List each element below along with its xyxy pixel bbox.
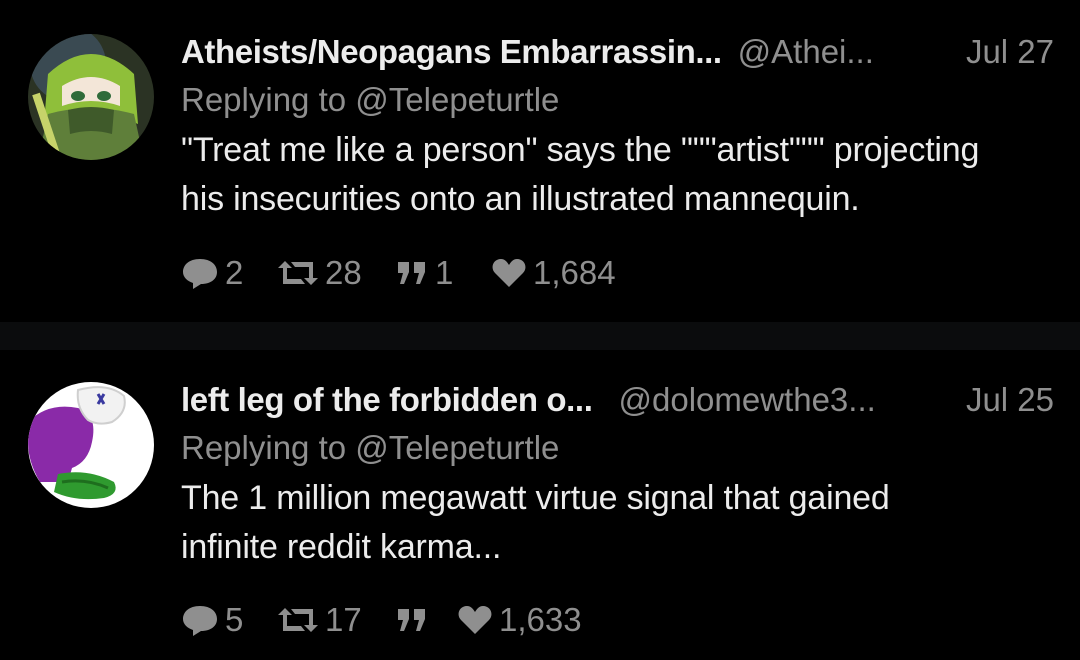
reply-count: 5 (225, 601, 244, 638)
purple-leg-avatar-icon (28, 382, 154, 508)
like-button[interactable]: 1,684 (491, 254, 616, 292)
replying-to-prefix: Replying to (181, 429, 347, 466)
like-count: 1,633 (499, 601, 582, 638)
tweet-text-line: "Treat me like a person" says the """art… (181, 131, 980, 169)
user-handle[interactable]: @dolomewthe3... (618, 381, 875, 418)
reply-button[interactable]: 5 (181, 601, 277, 639)
quote-count: 1 (435, 254, 454, 291)
tweet-text: The 1 million megawatt virtue signal tha… (181, 474, 1054, 572)
tweet-item[interactable]: left leg of the forbidden o... @dolomewth… (0, 350, 1080, 660)
retweet-icon (277, 604, 319, 636)
reply-bubble-icon (181, 256, 219, 290)
retweet-button[interactable]: 17 (277, 601, 395, 639)
tweet-text-line: his insecurities onto an illustrated man… (181, 180, 860, 218)
tweet-header: Atheists/Neopagans Embarrassin... @Athei.… (181, 28, 1054, 76)
avatar[interactable] (28, 382, 154, 508)
avatar[interactable] (28, 34, 154, 160)
replying-to-prefix: Replying to (181, 81, 347, 118)
retweet-count: 17 (325, 601, 362, 638)
tweet-text: "Treat me like a person" says the """art… (181, 126, 1054, 224)
quote-icon (395, 258, 429, 288)
tweet-item[interactable]: Atheists/Neopagans Embarrassin... @Athei.… (0, 0, 1080, 322)
display-name[interactable]: left leg of the forbidden o... (181, 381, 593, 418)
user-handle[interactable]: @Athei... (738, 33, 874, 70)
tweet-date[interactable]: Jul 25 (966, 376, 1054, 424)
like-button[interactable]: 1,633 (457, 601, 582, 639)
display-name[interactable]: Atheists/Neopagans Embarrassin... (181, 33, 722, 70)
quote-button[interactable]: 1 (395, 254, 491, 292)
anime-character-avatar-icon (28, 34, 154, 160)
heart-icon (491, 257, 527, 289)
quote-icon (395, 605, 429, 635)
reply-button[interactable]: 2 (181, 254, 277, 292)
replying-to-handle[interactable]: @Telepeturtle (355, 81, 559, 118)
reply-bubble-icon (181, 603, 219, 637)
reply-count: 2 (225, 254, 244, 291)
quote-button[interactable] (395, 605, 457, 635)
tweet-date[interactable]: Jul 27 (966, 28, 1054, 76)
like-count: 1,684 (533, 254, 616, 291)
tweet-actions: 5 17 1,633 (181, 598, 582, 642)
replying-to-line: Replying to @Telepeturtle (181, 424, 1054, 472)
heart-icon (457, 604, 493, 636)
replying-to-handle[interactable]: @Telepeturtle (355, 429, 559, 466)
tweet-divider (0, 322, 1080, 350)
retweet-icon (277, 257, 319, 289)
tweet-header: left leg of the forbidden o... @dolomewth… (181, 376, 1054, 424)
tweet-text-line: infinite reddit karma... (181, 528, 502, 566)
replying-to-line: Replying to @Telepeturtle (181, 76, 1054, 124)
tweet-text-line: The 1 million megawatt virtue signal tha… (181, 479, 890, 517)
retweet-count: 28 (325, 254, 362, 291)
tweet-actions: 2 28 1 1,684 (181, 251, 616, 295)
retweet-button[interactable]: 28 (277, 254, 395, 292)
